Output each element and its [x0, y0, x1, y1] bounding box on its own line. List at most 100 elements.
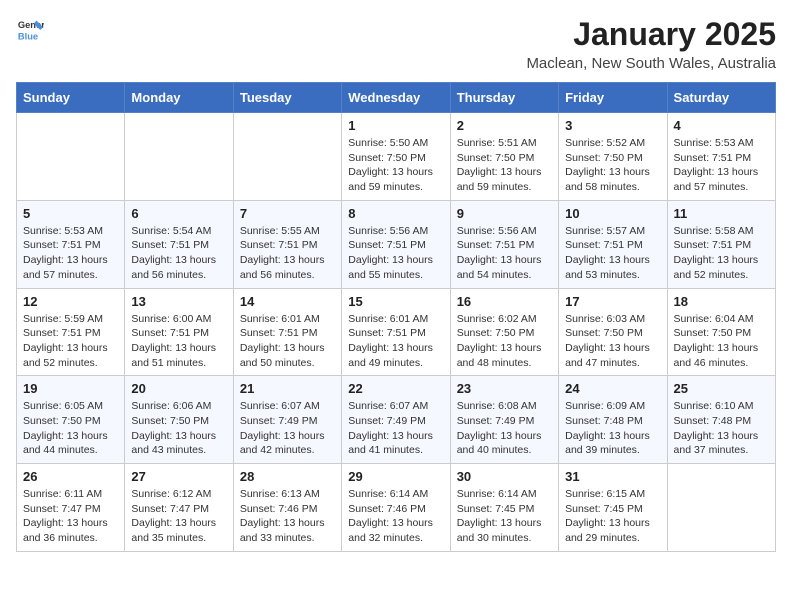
- day-info: Sunrise: 6:02 AM Sunset: 7:50 PM Dayligh…: [457, 312, 552, 371]
- day-number: 19: [23, 381, 118, 396]
- day-number: 15: [348, 294, 443, 309]
- day-info: Sunrise: 5:55 AM Sunset: 7:51 PM Dayligh…: [240, 224, 335, 283]
- logo-icon: General Blue: [16, 16, 44, 44]
- day-number: 2: [457, 118, 552, 133]
- month-title: January 2025: [526, 16, 776, 53]
- day-info: Sunrise: 5:58 AM Sunset: 7:51 PM Dayligh…: [674, 224, 769, 283]
- calendar-cell: 2 Sunrise: 5:51 AM Sunset: 7:50 PM Daylig…: [450, 113, 558, 201]
- calendar-week-row: 1Sunrise: 5:50 AM Sunset: 7:50 PM Daylig…: [17, 113, 776, 201]
- day-info: Sunrise: 6:04 AM Sunset: 7:50 PM Dayligh…: [674, 312, 769, 371]
- calendar-cell: 26 Sunrise: 6:11 AM Sunset: 7:47 PM Dayli…: [17, 464, 125, 552]
- calendar-cell: [17, 113, 125, 201]
- day-number: 5: [23, 206, 118, 221]
- day-info: Sunrise: 5:50 AM Sunset: 7:50 PM Dayligh…: [348, 136, 443, 195]
- weekday-header-row: SundayMondayTuesdayWednesdayThursdayFrid…: [17, 83, 776, 113]
- day-info: Sunrise: 6:14 AM Sunset: 7:45 PM Dayligh…: [457, 487, 552, 546]
- day-number: 21: [240, 381, 335, 396]
- calendar-week-row: 12 Sunrise: 5:59 AM Sunset: 7:51 PM Dayli…: [17, 288, 776, 376]
- day-info: Sunrise: 6:12 AM Sunset: 7:47 PM Dayligh…: [131, 487, 226, 546]
- calendar-cell: 1Sunrise: 5:50 AM Sunset: 7:50 PM Daylig…: [342, 113, 450, 201]
- day-number: 29: [348, 469, 443, 484]
- day-info: Sunrise: 6:00 AM Sunset: 7:51 PM Dayligh…: [131, 312, 226, 371]
- calendar-cell: 14Sunrise: 6:01 AM Sunset: 7:51 PM Dayli…: [233, 288, 341, 376]
- logo: General Blue General Blue: [16, 16, 46, 44]
- calendar-cell: 29 Sunrise: 6:14 AM Sunset: 7:46 PM Dayli…: [342, 464, 450, 552]
- day-info: Sunrise: 6:11 AM Sunset: 7:47 PM Dayligh…: [23, 487, 118, 546]
- calendar-cell: 31 Sunrise: 6:15 AM Sunset: 7:45 PM Dayli…: [559, 464, 667, 552]
- day-info: Sunrise: 5:54 AM Sunset: 7:51 PM Dayligh…: [131, 224, 226, 283]
- calendar-cell: 12 Sunrise: 5:59 AM Sunset: 7:51 PM Dayli…: [17, 288, 125, 376]
- calendar-cell: 15 Sunrise: 6:01 AM Sunset: 7:51 PM Dayli…: [342, 288, 450, 376]
- day-number: 26: [23, 469, 118, 484]
- day-info: Sunrise: 5:52 AM Sunset: 7:50 PM Dayligh…: [565, 136, 660, 195]
- day-number: 11: [674, 206, 769, 221]
- day-info: Sunrise: 6:09 AM Sunset: 7:48 PM Dayligh…: [565, 399, 660, 458]
- day-number: 18: [674, 294, 769, 309]
- weekday-header-wednesday: Wednesday: [342, 83, 450, 113]
- day-info: Sunrise: 6:10 AM Sunset: 7:48 PM Dayligh…: [674, 399, 769, 458]
- calendar-cell: 17Sunrise: 6:03 AM Sunset: 7:50 PM Dayli…: [559, 288, 667, 376]
- calendar-cell: [667, 464, 775, 552]
- weekday-header-friday: Friday: [559, 83, 667, 113]
- weekday-header-thursday: Thursday: [450, 83, 558, 113]
- day-info: Sunrise: 6:07 AM Sunset: 7:49 PM Dayligh…: [240, 399, 335, 458]
- calendar-week-row: 26 Sunrise: 6:11 AM Sunset: 7:47 PM Dayli…: [17, 464, 776, 552]
- calendar-week-row: 5 Sunrise: 5:53 AM Sunset: 7:51 PM Daylig…: [17, 200, 776, 288]
- day-info: Sunrise: 5:56 AM Sunset: 7:51 PM Dayligh…: [348, 224, 443, 283]
- day-info: Sunrise: 6:15 AM Sunset: 7:45 PM Dayligh…: [565, 487, 660, 546]
- day-info: Sunrise: 6:13 AM Sunset: 7:46 PM Dayligh…: [240, 487, 335, 546]
- day-number: 30: [457, 469, 552, 484]
- calendar-table: SundayMondayTuesdayWednesdayThursdayFrid…: [16, 82, 776, 552]
- calendar-cell: 11 Sunrise: 5:58 AM Sunset: 7:51 PM Dayli…: [667, 200, 775, 288]
- calendar-cell: 25 Sunrise: 6:10 AM Sunset: 7:48 PM Dayli…: [667, 376, 775, 464]
- day-info: Sunrise: 6:06 AM Sunset: 7:50 PM Dayligh…: [131, 399, 226, 458]
- day-number: 7: [240, 206, 335, 221]
- day-info: Sunrise: 6:14 AM Sunset: 7:46 PM Dayligh…: [348, 487, 443, 546]
- calendar-cell: [125, 113, 233, 201]
- day-number: 3: [565, 118, 660, 133]
- calendar-cell: 13Sunrise: 6:00 AM Sunset: 7:51 PM Dayli…: [125, 288, 233, 376]
- day-info: Sunrise: 5:59 AM Sunset: 7:51 PM Dayligh…: [23, 312, 118, 371]
- calendar-cell: 23Sunrise: 6:08 AM Sunset: 7:49 PM Dayli…: [450, 376, 558, 464]
- calendar-cell: 20 Sunrise: 6:06 AM Sunset: 7:50 PM Dayli…: [125, 376, 233, 464]
- day-info: Sunrise: 6:01 AM Sunset: 7:51 PM Dayligh…: [348, 312, 443, 371]
- calendar-cell: 8 Sunrise: 5:56 AM Sunset: 7:51 PM Daylig…: [342, 200, 450, 288]
- calendar-cell: 28 Sunrise: 6:13 AM Sunset: 7:46 PM Dayli…: [233, 464, 341, 552]
- calendar-cell: [233, 113, 341, 201]
- calendar-cell: 18 Sunrise: 6:04 AM Sunset: 7:50 PM Dayli…: [667, 288, 775, 376]
- day-info: Sunrise: 5:53 AM Sunset: 7:51 PM Dayligh…: [674, 136, 769, 195]
- day-number: 12: [23, 294, 118, 309]
- day-info: Sunrise: 6:01 AM Sunset: 7:51 PM Dayligh…: [240, 312, 335, 371]
- weekday-header-tuesday: Tuesday: [233, 83, 341, 113]
- calendar-cell: 10Sunrise: 5:57 AM Sunset: 7:51 PM Dayli…: [559, 200, 667, 288]
- calendar-cell: 4 Sunrise: 5:53 AM Sunset: 7:51 PM Daylig…: [667, 113, 775, 201]
- day-number: 20: [131, 381, 226, 396]
- day-number: 25: [674, 381, 769, 396]
- day-info: Sunrise: 5:56 AM Sunset: 7:51 PM Dayligh…: [457, 224, 552, 283]
- day-number: 4: [674, 118, 769, 133]
- day-info: Sunrise: 6:03 AM Sunset: 7:50 PM Dayligh…: [565, 312, 660, 371]
- day-number: 22: [348, 381, 443, 396]
- title-block: January 2025 Maclean, New South Wales, A…: [526, 16, 776, 72]
- day-number: 31: [565, 469, 660, 484]
- weekday-header-saturday: Saturday: [667, 83, 775, 113]
- calendar-week-row: 19 Sunrise: 6:05 AM Sunset: 7:50 PM Dayli…: [17, 376, 776, 464]
- weekday-header-monday: Monday: [125, 83, 233, 113]
- calendar-cell: 16Sunrise: 6:02 AM Sunset: 7:50 PM Dayli…: [450, 288, 558, 376]
- day-info: Sunrise: 5:51 AM Sunset: 7:50 PM Dayligh…: [457, 136, 552, 195]
- day-number: 28: [240, 469, 335, 484]
- svg-text:Blue: Blue: [18, 31, 38, 41]
- page-header: General Blue General Blue January 2025 M…: [16, 16, 776, 72]
- calendar-cell: 30 Sunrise: 6:14 AM Sunset: 7:45 PM Dayli…: [450, 464, 558, 552]
- calendar-cell: 21 Sunrise: 6:07 AM Sunset: 7:49 PM Dayli…: [233, 376, 341, 464]
- day-number: 27: [131, 469, 226, 484]
- day-number: 8: [348, 206, 443, 221]
- day-number: 10: [565, 206, 660, 221]
- day-info: Sunrise: 6:07 AM Sunset: 7:49 PM Dayligh…: [348, 399, 443, 458]
- day-info: Sunrise: 6:05 AM Sunset: 7:50 PM Dayligh…: [23, 399, 118, 458]
- calendar-cell: 3 Sunrise: 5:52 AM Sunset: 7:50 PM Daylig…: [559, 113, 667, 201]
- day-number: 23: [457, 381, 552, 396]
- day-number: 9: [457, 206, 552, 221]
- calendar-cell: 27 Sunrise: 6:12 AM Sunset: 7:47 PM Dayli…: [125, 464, 233, 552]
- day-info: Sunrise: 5:53 AM Sunset: 7:51 PM Dayligh…: [23, 224, 118, 283]
